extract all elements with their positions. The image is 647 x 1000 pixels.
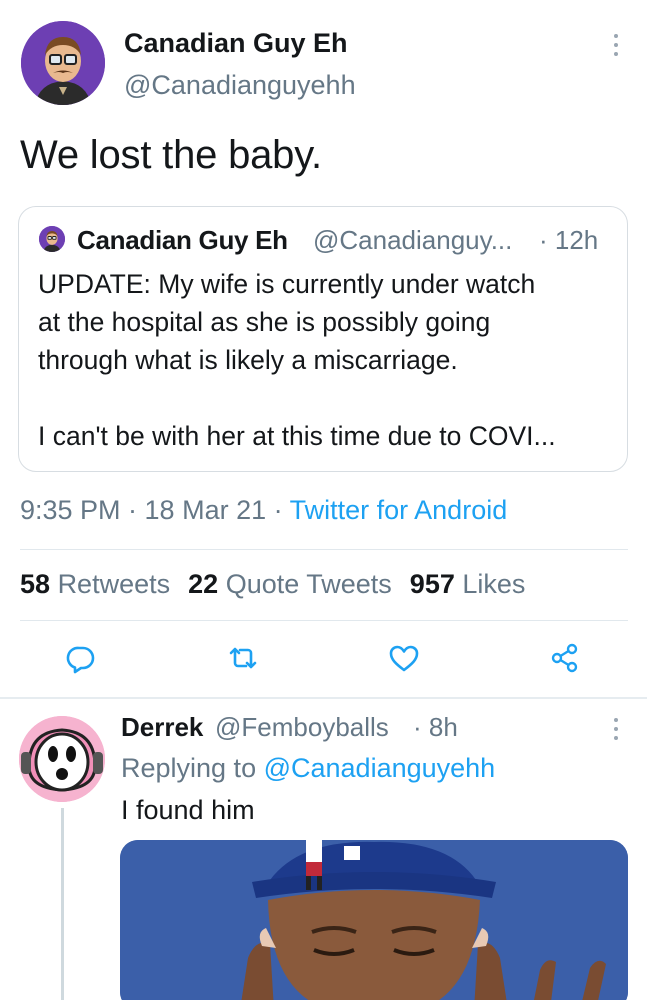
reply-icon [66,646,95,674]
replying-to-link[interactable]: @Canadianguyehh [264,753,496,783]
likes-stat[interactable]: 957 Likes [410,569,526,599]
reply-media-image[interactable] [120,840,628,1000]
section-divider [0,697,647,699]
reply-text: I found him [121,795,255,825]
tweet-meta: 9:35 PM · 18 Mar 21 · Twitter for Androi… [20,495,507,526]
author-handle[interactable]: @Canadianguyehh [124,70,356,101]
quoted-handle: @Canadianguy... [313,225,513,255]
quoted-display-name: Canadian Guy Eh [77,225,288,255]
shy-guy-avatar-illustration [19,716,105,802]
reply-time: · 8h [413,712,458,742]
quoted-text-line: through what is likely a miscarriage. [38,345,458,375]
share-button[interactable] [548,641,582,675]
quotes-count: 22 [188,569,219,599]
photo-illustration [120,840,628,1000]
reply-handle[interactable]: @Femboyballs [215,712,389,743]
quotes-stat[interactable]: 22 Quote Tweets [188,569,392,599]
author-display-name[interactable]: Canadian Guy Eh [124,28,348,59]
heart-icon [389,645,419,672]
retweet-button[interactable] [226,641,260,675]
likes-count: 957 [409,569,455,599]
likes-label: Likes [462,569,526,599]
more-vertical-icon[interactable] [604,716,628,744]
retweets-stat[interactable]: 58 Retweets [20,569,170,599]
share-icon [551,643,578,673]
tweet-source-link[interactable]: Twitter for Android [290,495,508,525]
author-avatar-illustration [21,21,105,105]
quotes-label: Quote Tweets [225,569,392,599]
divider [20,549,628,550]
retweets-count: 58 [20,569,51,599]
retweets-label: Retweets [57,569,171,599]
quoted-text-line: UPDATE: My wife is currently under watch [38,269,536,299]
quoted-author-avatar [39,226,65,252]
divider [20,620,628,621]
reply-author-avatar[interactable] [19,716,105,802]
replying-to-label: Replying to [121,753,264,783]
retweet-icon [229,647,257,669]
like-button[interactable] [387,641,421,675]
quoted-text: UPDATE: My wife is currently under watch… [38,265,618,455]
tweet-text: We lost the baby. [20,133,322,177]
quoted-text-line: at the hospital as she is possibly going [38,307,491,337]
quoted-time: · 12h [539,225,599,255]
replying-to: Replying to @Canadianguyehh [121,753,495,784]
tweet-timestamp: 9:35 PM · 18 Mar 21 · [20,495,290,525]
author-avatar[interactable] [21,21,105,105]
thread-line [61,808,64,1000]
reply-button[interactable] [64,641,98,675]
reply-display-name[interactable]: Derrek [121,712,203,743]
more-vertical-icon[interactable] [604,32,628,60]
quoted-avatar-illustration [39,226,65,252]
engagement-stats: 58 Retweets 22 Quote Tweets 957 Likes [20,569,525,600]
quoted-text-line: I can't be with her at this time due to … [38,421,556,451]
quoted-tweet-card[interactable]: Canadian Guy Eh @Canadianguy... · 12h UP… [18,206,628,472]
